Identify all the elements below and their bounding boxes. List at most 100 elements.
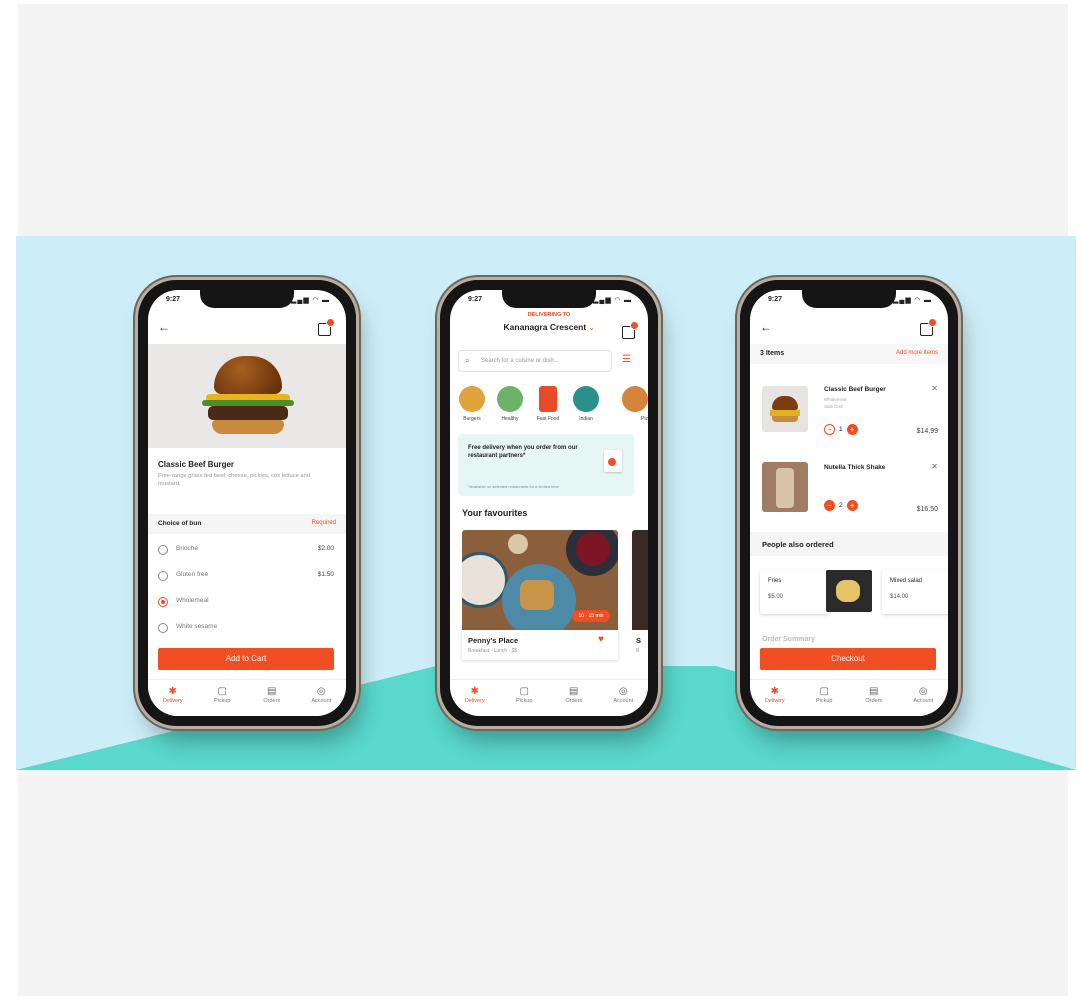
- people-also-ordered-header: People also ordered: [750, 532, 948, 556]
- eta-badge: 10 - 15 min: [572, 610, 610, 622]
- restaurant-card-image-2[interactable]: [632, 530, 648, 630]
- tab-bar: ✱ Delivery ▢ Pickup ▤ Orders ◎ Account: [450, 679, 648, 716]
- heart-icon[interactable]: ♥: [598, 634, 604, 645]
- category-burgers[interactable]: Burgers: [454, 386, 490, 422]
- category-fast-food[interactable]: Fast Food: [530, 386, 566, 422]
- cart-bag-icon[interactable]: [318, 318, 335, 336]
- radio-icon[interactable]: [158, 545, 168, 555]
- plate: [502, 564, 576, 630]
- burger-icon: [459, 386, 485, 412]
- burger-patty: [208, 406, 288, 420]
- radio-icon[interactable]: [158, 571, 168, 581]
- status-icons: ▂▄▆ ◠ ▬: [291, 297, 330, 304]
- category-healthy[interactable]: Healthy: [492, 386, 528, 422]
- option-label: Gluten free: [176, 571, 209, 578]
- add-to-cart-button[interactable]: Add to Cart: [158, 648, 334, 670]
- filter-icon[interactable]: ☰: [622, 354, 631, 365]
- restaurant-card-image[interactable]: 10 - 15 min: [462, 530, 618, 630]
- phone-product: 9:27 ▂▄▆ ◠ ▬ ← Classic Beef Burger Free-…: [138, 280, 356, 726]
- tab-pickup[interactable]: ▢ Pickup: [198, 680, 248, 716]
- pickup-icon: ▢: [519, 686, 529, 697]
- tab-account[interactable]: ◎ Account: [899, 680, 949, 716]
- category-indian[interactable]: Indian: [568, 386, 604, 422]
- remove-item-icon[interactable]: ✕: [931, 384, 938, 393]
- option-price: $2.00: [317, 545, 334, 552]
- berry-bowl: [566, 530, 618, 576]
- pickup-icon: ▢: [819, 686, 829, 697]
- promo-banner[interactable]: Free delivery when you order from our re…: [458, 434, 634, 496]
- cart-bag-icon[interactable]: [622, 321, 639, 339]
- option-label: Wholemeal: [176, 597, 209, 604]
- tab-label: Account: [311, 698, 332, 704]
- burger-bun-top: [214, 356, 282, 394]
- tab-label: Orders: [865, 698, 883, 704]
- restaurant-name-2: S: [636, 636, 642, 645]
- delivery-bag-icon: [604, 450, 622, 472]
- option-gluten-free[interactable]: Gluten free $1.50: [158, 570, 334, 584]
- tab-delivery[interactable]: ✱ Delivery: [450, 680, 500, 716]
- product-title: Classic Beef Burger: [158, 460, 235, 469]
- tab-account[interactable]: ◎ Account: [297, 680, 347, 716]
- tab-orders[interactable]: ▤ Orders: [247, 680, 297, 716]
- option-brioche[interactable]: Brioche $2.00: [158, 544, 334, 558]
- radio-selected-icon[interactable]: [158, 597, 168, 607]
- increase-button[interactable]: +: [846, 500, 858, 511]
- option-label: White sesame: [176, 623, 218, 630]
- tab-account[interactable]: ◎ Account: [599, 680, 649, 716]
- tab-delivery[interactable]: ✱ Delivery: [148, 680, 198, 716]
- restaurant-card-footer[interactable]: [462, 630, 618, 660]
- favourites-heading: Your favourites: [462, 508, 528, 518]
- category-label: Fast Food: [536, 416, 560, 422]
- account-icon: ◎: [316, 686, 326, 697]
- tab-label: Delivery: [464, 698, 485, 704]
- tab-label: Account: [913, 698, 934, 704]
- option-label: Brioche: [176, 545, 199, 552]
- option-wholemeal[interactable]: Wholemeal: [158, 596, 334, 610]
- tab-orders[interactable]: ▤ Orders: [549, 680, 599, 716]
- shake-thumbnail: [762, 462, 808, 512]
- tab-delivery[interactable]: ✱ Delivery: [750, 680, 800, 716]
- tab-orders[interactable]: ▤ Orders: [849, 680, 899, 716]
- back-arrow-icon[interactable]: ←: [760, 320, 772, 334]
- search-placeholder: Search for a cuisine or dish...: [481, 358, 559, 364]
- section-heading: People also ordered: [762, 540, 834, 549]
- cart-badge: [630, 321, 639, 330]
- burger-thumbnail: [762, 386, 808, 432]
- restaurant-subtitle-2: B: [636, 648, 640, 654]
- product-image: [148, 344, 346, 448]
- cart-badge: [928, 318, 937, 327]
- tab-pickup[interactable]: ▢ Pickup: [800, 680, 850, 716]
- checkout-button[interactable]: Checkout: [760, 648, 936, 670]
- delivering-label: DELIVERING TO: [527, 312, 571, 318]
- fries-thumbnail: [826, 570, 872, 612]
- increase-button[interactable]: +: [846, 424, 858, 435]
- tab-label: Pickup: [515, 698, 533, 704]
- back-arrow-icon[interactable]: ←: [158, 320, 170, 334]
- remove-item-icon[interactable]: ✕: [931, 462, 938, 471]
- category-pizza[interactable]: Piz: [608, 386, 648, 422]
- decrease-button[interactable]: −: [824, 424, 835, 435]
- search-input[interactable]: ⌕ Search for a cuisine or dish...: [458, 350, 612, 372]
- decrease-button[interactable]: −: [824, 500, 835, 511]
- tab-label: Pickup: [213, 698, 231, 704]
- tab-pickup[interactable]: ▢ Pickup: [500, 680, 550, 716]
- radio-icon[interactable]: [158, 623, 168, 633]
- tab-bar: ✱ Delivery ▢ Pickup ▤ Orders ◎ Account: [148, 679, 346, 716]
- product-description: Free-range grass fed beef, cheese, pickl…: [158, 473, 311, 487]
- suggestion-card-salad[interactable]: Mixed salad $14.00: [882, 570, 948, 614]
- notch: [502, 290, 596, 308]
- phone-cart: 9:27 ▂▄▆ ◠ ▬ ← 3 Items Add more items Cl…: [740, 280, 958, 726]
- tab-label: Orders: [263, 698, 281, 704]
- option-white-sesame[interactable]: White sesame: [158, 622, 334, 636]
- bun-choice-header: Choice of bun Required: [148, 514, 346, 534]
- add-more-items-link[interactable]: Add more items: [896, 350, 938, 356]
- promo-note: *Available on selected restaurants for a…: [468, 484, 559, 489]
- quantity-stepper: −1 +: [824, 424, 858, 435]
- status-time: 9:27: [468, 296, 483, 303]
- cart-bag-icon[interactable]: [920, 318, 937, 336]
- tab-label: Orders: [565, 698, 583, 704]
- suggestion-card-fries[interactable]: Fries $5.00: [760, 570, 830, 614]
- delivery-icon: ✱: [168, 686, 177, 697]
- address-selector[interactable]: Kananagra Crescent ⌄: [450, 322, 648, 332]
- items-count: 3 Items: [760, 350, 785, 357]
